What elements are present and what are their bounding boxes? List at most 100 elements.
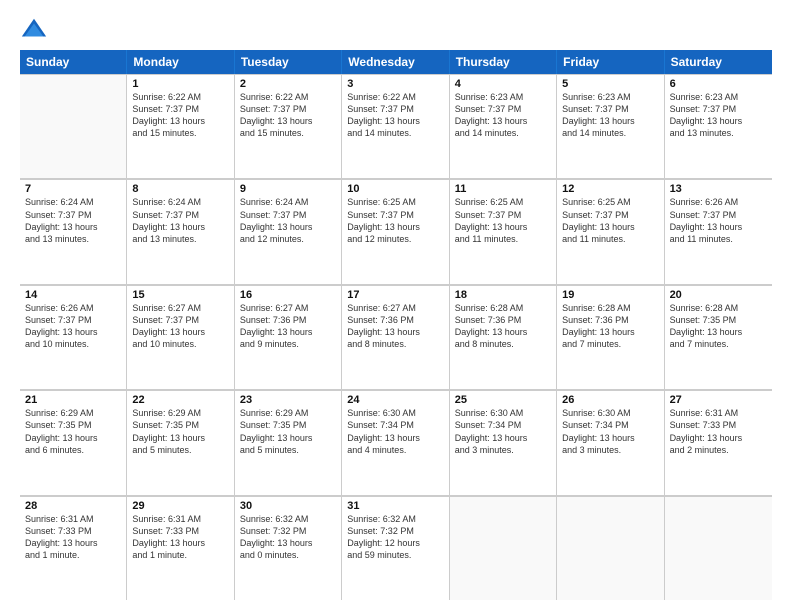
calendar-cell: 27Sunrise: 6:31 AM Sunset: 7:33 PM Dayli… <box>665 390 772 494</box>
cell-date: 17 <box>347 289 443 301</box>
calendar-cell: 18Sunrise: 6:28 AM Sunset: 7:36 PM Dayli… <box>450 285 557 389</box>
calendar-row: 14Sunrise: 6:26 AM Sunset: 7:37 PM Dayli… <box>20 285 772 390</box>
weekday-header: Saturday <box>665 50 772 74</box>
cell-date: 10 <box>347 183 443 195</box>
calendar-cell: 15Sunrise: 6:27 AM Sunset: 7:37 PM Dayli… <box>127 285 234 389</box>
cell-info: Sunrise: 6:25 AM Sunset: 7:37 PM Dayligh… <box>562 196 658 245</box>
cell-date: 12 <box>562 183 658 195</box>
calendar-body: 1Sunrise: 6:22 AM Sunset: 7:37 PM Daylig… <box>20 74 772 600</box>
calendar-row: 21Sunrise: 6:29 AM Sunset: 7:35 PM Dayli… <box>20 390 772 495</box>
weekday-header: Tuesday <box>235 50 342 74</box>
calendar-cell: 26Sunrise: 6:30 AM Sunset: 7:34 PM Dayli… <box>557 390 664 494</box>
calendar-cell: 6Sunrise: 6:23 AM Sunset: 7:37 PM Daylig… <box>665 74 772 178</box>
cell-info: Sunrise: 6:32 AM Sunset: 7:32 PM Dayligh… <box>347 513 443 562</box>
cell-date: 2 <box>240 78 336 90</box>
cell-info: Sunrise: 6:23 AM Sunset: 7:37 PM Dayligh… <box>670 91 767 140</box>
header <box>20 16 772 44</box>
cell-info: Sunrise: 6:26 AM Sunset: 7:37 PM Dayligh… <box>670 196 767 245</box>
cell-info: Sunrise: 6:28 AM Sunset: 7:36 PM Dayligh… <box>562 302 658 351</box>
cell-info: Sunrise: 6:22 AM Sunset: 7:37 PM Dayligh… <box>132 91 228 140</box>
cell-date: 19 <box>562 289 658 301</box>
calendar-cell: 2Sunrise: 6:22 AM Sunset: 7:37 PM Daylig… <box>235 74 342 178</box>
cell-info: Sunrise: 6:25 AM Sunset: 7:37 PM Dayligh… <box>347 196 443 245</box>
cell-date: 1 <box>132 78 228 90</box>
cell-info: Sunrise: 6:28 AM Sunset: 7:36 PM Dayligh… <box>455 302 551 351</box>
cell-info: Sunrise: 6:28 AM Sunset: 7:35 PM Dayligh… <box>670 302 767 351</box>
weekday-header: Monday <box>127 50 234 74</box>
cell-date: 26 <box>562 394 658 406</box>
cell-date: 31 <box>347 500 443 512</box>
cell-date: 29 <box>132 500 228 512</box>
cell-info: Sunrise: 6:32 AM Sunset: 7:32 PM Dayligh… <box>240 513 336 562</box>
calendar-cell: 29Sunrise: 6:31 AM Sunset: 7:33 PM Dayli… <box>127 496 234 600</box>
cell-date: 18 <box>455 289 551 301</box>
cell-info: Sunrise: 6:30 AM Sunset: 7:34 PM Dayligh… <box>455 407 551 456</box>
cell-date: 11 <box>455 183 551 195</box>
calendar-cell: 28Sunrise: 6:31 AM Sunset: 7:33 PM Dayli… <box>20 496 127 600</box>
weekday-header: Thursday <box>450 50 557 74</box>
cell-info: Sunrise: 6:29 AM Sunset: 7:35 PM Dayligh… <box>132 407 228 456</box>
cell-info: Sunrise: 6:24 AM Sunset: 7:37 PM Dayligh… <box>240 196 336 245</box>
cell-info: Sunrise: 6:27 AM Sunset: 7:36 PM Dayligh… <box>347 302 443 351</box>
calendar: SundayMondayTuesdayWednesdayThursdayFrid… <box>20 50 772 600</box>
cell-date: 16 <box>240 289 336 301</box>
calendar-cell: 24Sunrise: 6:30 AM Sunset: 7:34 PM Dayli… <box>342 390 449 494</box>
cell-info: Sunrise: 6:31 AM Sunset: 7:33 PM Dayligh… <box>670 407 767 456</box>
cell-date: 9 <box>240 183 336 195</box>
cell-date: 27 <box>670 394 767 406</box>
calendar-cell: 25Sunrise: 6:30 AM Sunset: 7:34 PM Dayli… <box>450 390 557 494</box>
calendar-cell: 10Sunrise: 6:25 AM Sunset: 7:37 PM Dayli… <box>342 179 449 283</box>
cell-date: 15 <box>132 289 228 301</box>
cell-info: Sunrise: 6:25 AM Sunset: 7:37 PM Dayligh… <box>455 196 551 245</box>
cell-date: 4 <box>455 78 551 90</box>
calendar-cell: 3Sunrise: 6:22 AM Sunset: 7:37 PM Daylig… <box>342 74 449 178</box>
calendar-cell: 8Sunrise: 6:24 AM Sunset: 7:37 PM Daylig… <box>127 179 234 283</box>
weekday-header: Friday <box>557 50 664 74</box>
calendar-cell: 30Sunrise: 6:32 AM Sunset: 7:32 PM Dayli… <box>235 496 342 600</box>
calendar-row: 1Sunrise: 6:22 AM Sunset: 7:37 PM Daylig… <box>20 74 772 179</box>
weekday-header: Wednesday <box>342 50 449 74</box>
calendar-row: 7Sunrise: 6:24 AM Sunset: 7:37 PM Daylig… <box>20 179 772 284</box>
cell-info: Sunrise: 6:24 AM Sunset: 7:37 PM Dayligh… <box>132 196 228 245</box>
cell-date: 23 <box>240 394 336 406</box>
cell-info: Sunrise: 6:29 AM Sunset: 7:35 PM Dayligh… <box>25 407 121 456</box>
cell-info: Sunrise: 6:23 AM Sunset: 7:37 PM Dayligh… <box>562 91 658 140</box>
calendar-cell: 31Sunrise: 6:32 AM Sunset: 7:32 PM Dayli… <box>342 496 449 600</box>
calendar-cell: 19Sunrise: 6:28 AM Sunset: 7:36 PM Dayli… <box>557 285 664 389</box>
cell-info: Sunrise: 6:30 AM Sunset: 7:34 PM Dayligh… <box>347 407 443 456</box>
cell-info: Sunrise: 6:31 AM Sunset: 7:33 PM Dayligh… <box>25 513 121 562</box>
calendar-cell: 5Sunrise: 6:23 AM Sunset: 7:37 PM Daylig… <box>557 74 664 178</box>
cell-info: Sunrise: 6:24 AM Sunset: 7:37 PM Dayligh… <box>25 196 121 245</box>
cell-date: 21 <box>25 394 121 406</box>
logo-icon <box>20 16 48 44</box>
cell-date: 28 <box>25 500 121 512</box>
calendar-cell: 4Sunrise: 6:23 AM Sunset: 7:37 PM Daylig… <box>450 74 557 178</box>
cell-date: 24 <box>347 394 443 406</box>
calendar-cell: 11Sunrise: 6:25 AM Sunset: 7:37 PM Dayli… <box>450 179 557 283</box>
cell-date: 20 <box>670 289 767 301</box>
calendar-row: 28Sunrise: 6:31 AM Sunset: 7:33 PM Dayli… <box>20 496 772 600</box>
cell-date: 6 <box>670 78 767 90</box>
cell-info: Sunrise: 6:22 AM Sunset: 7:37 PM Dayligh… <box>347 91 443 140</box>
cell-date: 14 <box>25 289 121 301</box>
calendar-cell: 9Sunrise: 6:24 AM Sunset: 7:37 PM Daylig… <box>235 179 342 283</box>
cell-info: Sunrise: 6:22 AM Sunset: 7:37 PM Dayligh… <box>240 91 336 140</box>
calendar-cell: 22Sunrise: 6:29 AM Sunset: 7:35 PM Dayli… <box>127 390 234 494</box>
calendar-cell <box>450 496 557 600</box>
cell-info: Sunrise: 6:31 AM Sunset: 7:33 PM Dayligh… <box>132 513 228 562</box>
cell-info: Sunrise: 6:30 AM Sunset: 7:34 PM Dayligh… <box>562 407 658 456</box>
calendar-cell: 23Sunrise: 6:29 AM Sunset: 7:35 PM Dayli… <box>235 390 342 494</box>
calendar-cell: 7Sunrise: 6:24 AM Sunset: 7:37 PM Daylig… <box>20 179 127 283</box>
cell-info: Sunrise: 6:27 AM Sunset: 7:37 PM Dayligh… <box>132 302 228 351</box>
calendar-cell <box>557 496 664 600</box>
cell-info: Sunrise: 6:23 AM Sunset: 7:37 PM Dayligh… <box>455 91 551 140</box>
cell-date: 5 <box>562 78 658 90</box>
calendar-cell: 17Sunrise: 6:27 AM Sunset: 7:36 PM Dayli… <box>342 285 449 389</box>
weekday-header: Sunday <box>20 50 127 74</box>
calendar-header: SundayMondayTuesdayWednesdayThursdayFrid… <box>20 50 772 74</box>
calendar-cell: 21Sunrise: 6:29 AM Sunset: 7:35 PM Dayli… <box>20 390 127 494</box>
cell-date: 25 <box>455 394 551 406</box>
calendar-cell: 14Sunrise: 6:26 AM Sunset: 7:37 PM Dayli… <box>20 285 127 389</box>
calendar-cell <box>665 496 772 600</box>
cell-date: 7 <box>25 183 121 195</box>
